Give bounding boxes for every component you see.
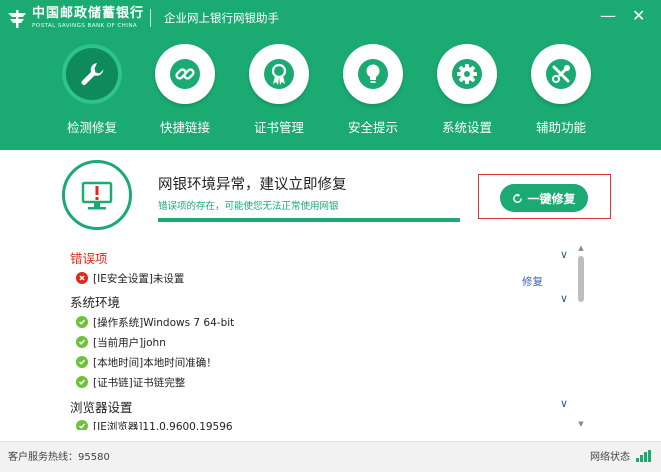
tools-icon [546,59,576,89]
scroll-down-icon[interactable]: ▼ [578,420,584,428]
item-text: [操作系统]Windows 7 64-bit [93,316,235,329]
item-text: [本地时间]本地时间准确！ [93,356,217,369]
alert-progress-bar [158,218,460,222]
app-header: 中国邮政储蓄银行 POSTAL SAVINGS BANK OF CHINA 企业… [0,0,661,150]
item-text: [IE浏览器]11.0.9600.19596 [93,420,233,431]
list-scrollbar[interactable]: ▲ ▼ [578,244,584,430]
monitor-warning-icon [62,160,132,230]
repair-button-label: 一键修复 [527,191,576,206]
item-text: [证书链]证书链完整 [93,376,186,389]
list-item: [本地时间]本地时间准确！ [76,353,217,371]
check-icon [76,316,88,328]
alert-title: 网银环境异常，建议立即修复 [158,177,347,193]
one-click-repair-button[interactable]: 一键修复 [500,184,588,212]
list-item: [当前用户]john [76,333,166,351]
nav-label: 快捷链接 [159,120,210,135]
status-bar: 客户服务热线：95580 网络状态 [0,441,661,472]
nav-item-assist[interactable]: 辅助功能 [517,44,609,144]
chevron-down-icon[interactable]: ∨ [560,248,568,261]
lightbulb-icon [358,59,388,89]
item-text: [当前用户]john [93,336,166,349]
main-nav: 检测修复 快捷链接 证书管理 安全提示 系统设置 辅助功能 [48,44,608,144]
network-status-label: 网络状态 [590,452,630,463]
check-icon [76,356,88,368]
bank-name-en: POSTAL SAVINGS BANK OF CHINA [32,23,138,29]
nav-label: 系统设置 [441,120,492,135]
list-item: [IE浏览器]11.0.9600.19596 [76,417,233,430]
nav-item-detect-repair[interactable]: 检测修复 [48,44,140,144]
nav-item-certificate[interactable]: 证书管理 [235,44,327,144]
gear-icon [452,59,482,89]
close-button[interactable]: ✕ [632,7,645,25]
nav-label: 辅助功能 [535,120,586,135]
bank-brand: 中国邮政储蓄银行 POSTAL SAVINGS BANK OF CHINA [6,6,144,38]
wrench-icon [81,63,104,85]
minimize-button[interactable]: — [600,7,616,25]
nav-label: 证书管理 [253,120,304,135]
nav-label: 检测修复 [66,120,117,135]
chevron-down-icon[interactable]: ∨ [560,292,568,305]
section-title-browser: 浏览器设置 [70,400,133,415]
refresh-icon [513,192,523,203]
bank-name-cn: 中国邮政储蓄银行 [32,6,145,21]
app-title: 企业网上银行网银助手 [164,11,279,25]
alert-subtitle: 错误项的存在，可能使您无法正常使用网银 [158,201,339,212]
signal-bars-icon [636,450,652,462]
certificate-icon [264,59,294,89]
nav-label: 安全提示 [347,120,398,135]
nav-item-quick-links[interactable]: 快捷链接 [141,44,233,144]
error-icon [76,272,88,284]
bank-logo-icon [8,10,26,28]
list-item: [IE安全设置]未设置 [76,269,184,287]
chevron-down-icon[interactable]: ∨ [560,397,568,410]
repair-link[interactable]: 修复 [522,274,543,289]
list-item: [证书链]证书链完整 [76,373,185,391]
section-title-errors: 错误项 [70,251,108,266]
check-icon [76,336,88,348]
check-icon [76,420,88,430]
scroll-thumb[interactable] [578,256,584,302]
service-hotline: 客户服务热线：95580 [8,452,110,463]
section-title-system: 系统环境 [70,295,121,310]
list-item: [操作系统]Windows 7 64-bit [76,313,234,331]
header-divider [150,9,151,27]
check-result-list: 错误项 ∨ [IE安全设置]未设置 修复 系统环境 ∨ [操作系统]Window… [66,242,586,430]
link-icon [170,59,200,89]
item-text: [IE安全设置]未设置 [93,272,185,285]
scroll-up-icon[interactable]: ▲ [578,244,584,252]
nav-item-security-tips[interactable]: 安全提示 [329,44,421,144]
nav-item-system-settings[interactable]: 系统设置 [423,44,515,144]
check-icon [76,376,88,388]
